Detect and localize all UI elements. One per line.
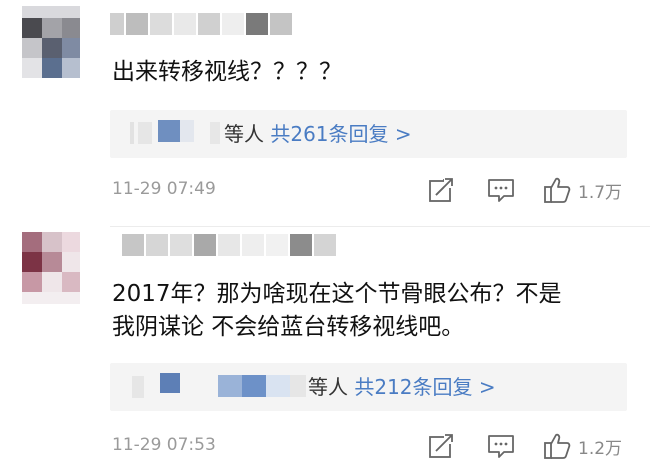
thumbs-up-icon[interactable] [542, 431, 572, 461]
like-count: 1.7万 [578, 183, 623, 203]
comment-text: 2017年？那为啥现在这个节骨眼公布？不是 我阴谋论 不会给蓝台转移视线吧。 [112, 278, 562, 344]
share-icon[interactable] [426, 175, 456, 205]
comment-text-line: 2017年？那为啥现在这个节骨眼公布？不是 [112, 281, 562, 307]
comment-item: 出来转移视线？？？？ 等人 共261条回复 > 11-29 07:49 1.7万 [0, 0, 650, 226]
thumbs-up-icon[interactable] [542, 175, 572, 205]
reply-preview[interactable]: 等人 共261条回复 > [110, 110, 627, 158]
comment-text-line: 出来转移视线？？？？ [112, 59, 342, 85]
action-bar: 1.2万 [0, 431, 650, 461]
action-bar: 1.7万 [0, 175, 650, 205]
comment-icon[interactable] [486, 431, 516, 461]
like-count: 1.2万 [578, 439, 623, 459]
reply-count-link[interactable]: 共212条回复 > [354, 375, 495, 399]
reply-users: 等人 [308, 375, 348, 399]
comment-text-line: 我阴谋论 不会给蓝台转移视线吧。 [112, 314, 465, 340]
comment-text: 出来转移视线？？？？ [112, 56, 342, 89]
avatar[interactable] [22, 232, 80, 304]
share-icon[interactable] [426, 431, 456, 461]
reply-count-link[interactable]: 共261条回复 > [270, 122, 411, 146]
comment-icon[interactable] [486, 175, 516, 205]
comment-item: 2017年？那为啥现在这个节骨眼公布？不是 我阴谋论 不会给蓝台转移视线吧。 等… [0, 227, 650, 475]
reply-preview[interactable]: 等人 共212条回复 > [110, 363, 627, 411]
reply-users: 等人 [224, 122, 264, 146]
avatar[interactable] [22, 6, 80, 78]
